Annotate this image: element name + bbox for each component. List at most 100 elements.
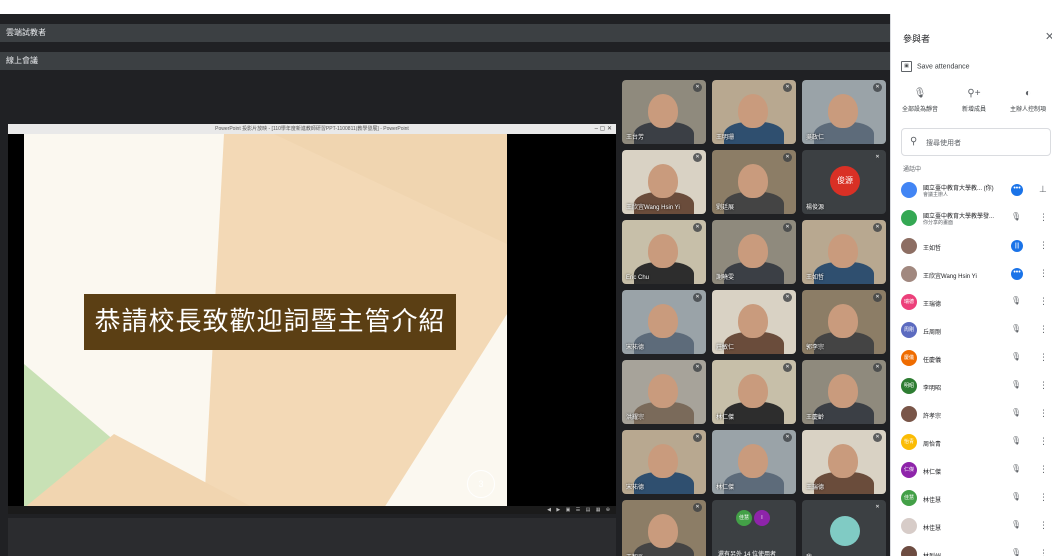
participant-tile[interactable]: 佳慧 I 還有另外 14 位使用者 <box>712 500 796 556</box>
more-options-icon[interactable]: ⋮ <box>1039 324 1048 335</box>
speaking-icon[interactable]: ||| <box>1011 240 1023 252</box>
participant-row[interactable]: 明昭 李明昭 🎙︎ ⋮ <box>891 374 1052 400</box>
share-window-title: PowerPoint 投影片放映 - [110學年度新進教師研習PPT-1100… <box>8 124 616 134</box>
slideshow-controls[interactable]: ◀ ▶ ▣ ☰ ▤ ▦ ⊕ <box>547 506 612 514</box>
participant-tile[interactable]: 俊源 ✕ 楊俊源 <box>802 150 886 214</box>
participant-row[interactable]: 瑞德 王瑞德 🎙︎ ⋮ <box>891 290 1052 316</box>
participant-row[interactable]: 許孝宗 🎙︎ ⋮ <box>891 402 1052 428</box>
video-face <box>828 234 858 268</box>
participant-row[interactable]: 王如哲 ||| ⋮ <box>891 234 1052 260</box>
mute-all-button[interactable]: 🎙︎ 全部設為靜音 <box>895 88 945 113</box>
more-participants-avatars: 佳慧 I <box>736 506 772 526</box>
mic-off-icon[interactable]: 🎙︎ <box>1011 408 1021 417</box>
participant-tile[interactable]: ✕ 王如哲 <box>802 220 886 284</box>
more-options-icon[interactable]: ⋮ <box>1039 492 1048 503</box>
mic-off-icon: ✕ <box>693 83 702 92</box>
participant-tile[interactable]: ✕ 王台芳 <box>622 80 706 144</box>
pin-icon[interactable]: ⊥ <box>1039 184 1047 195</box>
participant-tile[interactable]: ✕我 <box>802 500 886 556</box>
mic-off-icon[interactable]: 🎙︎ <box>1011 548 1021 556</box>
participant-tile[interactable]: ✕ 郭李宗 <box>802 290 886 354</box>
mic-off-icon[interactable]: 🎙︎ <box>1011 520 1021 529</box>
search-placeholder: 搜尋使用者 <box>926 140 961 147</box>
more-options-icon[interactable]: ⋮ <box>1039 408 1048 419</box>
tile-name: 謝曉雯 <box>716 275 735 281</box>
more-options-icon[interactable]: ⋮ <box>1039 436 1048 447</box>
video-face <box>648 374 678 408</box>
mic-off-icon[interactable]: 🎙︎ <box>1011 380 1021 389</box>
mic-off-icon[interactable]: 🎙︎ <box>1011 436 1021 445</box>
more-options-icon[interactable]: ⋮ <box>1039 380 1048 391</box>
participant-name: 任慶儀 <box>923 358 942 364</box>
participant-tile[interactable]: ✕ 王智弘 <box>622 500 706 556</box>
participant-tile[interactable]: ✕ 宋祐德 <box>622 430 706 494</box>
more-icon[interactable]: ••• <box>1011 268 1023 280</box>
more-options-icon[interactable]: ⋮ <box>1039 520 1048 531</box>
more-options-icon[interactable]: ⋮ <box>1039 268 1048 279</box>
add-people-button[interactable]: ⚲+ 新增成員 <box>949 88 999 113</box>
mic-off-icon: ✕ <box>873 293 882 302</box>
participant-tile[interactable]: ✕ Eric Chu <box>622 220 706 284</box>
participant-tile[interactable]: ✕ 王慶齡 <box>802 360 886 424</box>
video-face <box>648 304 678 338</box>
avatar: 周剛 <box>901 322 917 338</box>
tile-name: 吳政仁 <box>806 135 825 141</box>
participant-tile[interactable]: ✕ 王瑞德 <box>802 430 886 494</box>
participant-tile[interactable]: ✕ 洪耀宗 <box>622 360 706 424</box>
avatar: I <box>754 510 770 526</box>
shared-screen[interactable]: PowerPoint 投影片放映 - [110學年度新進教師研習PPT-1100… <box>8 124 616 514</box>
video-face <box>648 444 678 478</box>
search-input[interactable]: ⚲ 搜尋使用者 <box>901 128 1051 156</box>
participant-tile[interactable]: ✕ 吳政仁 <box>802 80 886 144</box>
participant-row[interactable]: 國立臺中教育大學教學發... 你分享的畫面 🎙︎ ⋮ <box>891 206 1052 232</box>
participant-row[interactable]: 林烈州 🎙︎ ⋮ <box>891 542 1052 556</box>
participant-tile[interactable]: ✕ 王明珊 <box>712 80 796 144</box>
close-icon[interactable]: ✕ <box>1045 30 1052 43</box>
participants-panel: 參與者 ✕ ▣ Save attendance 🎙︎ 全部設為靜音 ⚲+ 新增成員… <box>890 14 1052 556</box>
add-person-icon: ⚲+ <box>967 88 981 99</box>
more-options-icon[interactable]: ⋮ <box>1039 352 1048 363</box>
participant-row[interactable]: 仁傑 林仁傑 🎙︎ ⋮ <box>891 458 1052 484</box>
participant-row[interactable]: 佳慧 林佳慧 🎙︎ ⋮ <box>891 486 1052 512</box>
participant-tile[interactable]: ✕ 劉廷展 <box>712 150 796 214</box>
mic-off-icon: ✕ <box>873 503 882 512</box>
participant-tile[interactable]: ✕ 謝曉雯 <box>712 220 796 284</box>
mic-off-icon[interactable]: 🎙︎ <box>1011 324 1021 333</box>
mic-off-icon[interactable]: 🎙︎ <box>1011 212 1021 221</box>
participant-tile[interactable]: ✕ 宋祐德 <box>622 290 706 354</box>
more-options-icon[interactable]: ⋮ <box>1039 240 1048 251</box>
mic-off-icon: ✕ <box>693 433 702 442</box>
mic-off-icon: ✕ <box>873 153 882 162</box>
participant-row[interactable]: 林佳慧 🎙︎ ⋮ <box>891 514 1052 540</box>
mic-off-icon[interactable]: 🎙︎ <box>1011 492 1021 501</box>
participant-row[interactable]: 王欣宜Wang Hsin Yi ••• ⋮ <box>891 262 1052 288</box>
mic-off-icon[interactable]: 🎙︎ <box>1011 296 1021 305</box>
avatar <box>901 238 917 254</box>
top-margin <box>0 0 1052 14</box>
participant-row[interactable]: 怡青 周怡青 🎙︎ ⋮ <box>891 430 1052 456</box>
more-options-icon[interactable]: ⋮ <box>1039 296 1048 307</box>
more-options-icon[interactable]: ⋮ <box>1039 464 1048 475</box>
mic-off-icon[interactable]: 🎙︎ <box>1011 352 1021 361</box>
participant-row[interactable]: 周剛 丘周剛 🎙︎ ⋮ <box>891 318 1052 344</box>
participant-tile[interactable]: ✕ 莊敏仁 <box>712 290 796 354</box>
video-face <box>648 94 678 128</box>
mic-off-icon: ✕ <box>873 433 882 442</box>
host-controls-button[interactable]: ◐ 主辦人控制項 <box>1003 88 1052 113</box>
participant-tile[interactable]: ✕ 林仁傑 <box>712 430 796 494</box>
save-attendance-button[interactable]: ▣ Save attendance <box>901 61 970 72</box>
mic-off-icon[interactable]: 🎙︎ <box>1011 464 1021 473</box>
participant-row[interactable]: 國立臺中教育大學教... (你) 會議主辦人 ••• ⊥ <box>891 178 1052 204</box>
more-options-icon[interactable]: ⋮ <box>1039 548 1048 556</box>
more-options-icon[interactable]: ⋮ <box>1039 212 1048 223</box>
tile-name: 王欣宜Wang Hsin Yi <box>626 205 680 211</box>
participant-name: 林佳慧 <box>923 526 942 532</box>
participant-tile[interactable]: ✕ 林仁傑 <box>712 360 796 424</box>
participant-name: 許孝宗 <box>923 414 942 420</box>
participant-row[interactable]: 慶儀 任慶儀 🎙︎ ⋮ <box>891 346 1052 372</box>
more-icon[interactable]: ••• <box>1011 184 1023 196</box>
mic-off-icon: ✕ <box>693 293 702 302</box>
participant-tile[interactable]: ✕ 王欣宜Wang Hsin Yi <box>622 150 706 214</box>
mic-off-icon: ✕ <box>693 223 702 232</box>
add-people-label: 新增成員 <box>961 107 986 113</box>
